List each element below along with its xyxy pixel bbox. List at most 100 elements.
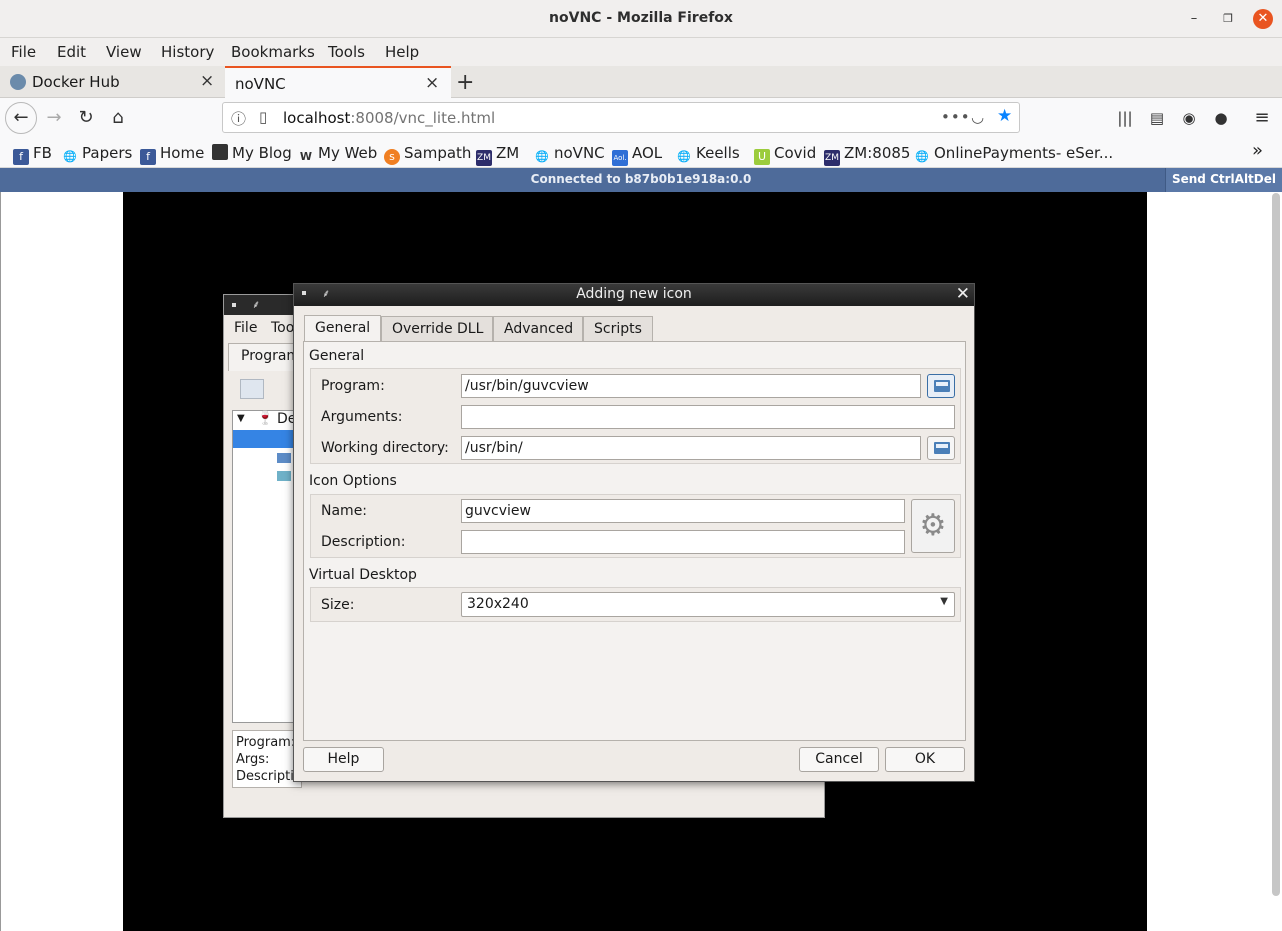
menu-bar: File Edit View History Bookmarks Tools H… (0, 38, 1282, 66)
page-actions-icon[interactable]: ••• (941, 108, 971, 126)
folder-icon (277, 471, 291, 481)
forward-icon[interactable]: → (39, 104, 69, 132)
blog-icon (212, 144, 228, 160)
menu-edit[interactable]: Edit (57, 43, 86, 61)
back-icon[interactable]: ← (5, 102, 37, 134)
bookmark-fb[interactable]: f FB (13, 144, 52, 165)
size-select[interactable]: 320x240 ▼ (461, 592, 955, 617)
close-tab-icon[interactable]: × (425, 73, 439, 93)
globe-icon: 🌐 (535, 150, 549, 163)
bookmark-my-web[interactable]: W My Web (298, 144, 377, 165)
bookmark-star-icon[interactable]: ★ (997, 106, 1012, 126)
tab-docker-hub[interactable]: Docker Hub × (0, 66, 224, 98)
novnc-status-bar: Connected to b87b0b1e918a:0.0 Send CtrlA… (0, 168, 1282, 192)
tab-scripts[interactable]: Scripts (583, 316, 653, 342)
list-view-icon[interactable] (240, 379, 264, 399)
menu-bookmarks[interactable]: Bookmarks (231, 43, 315, 61)
aol-icon: Aol. (612, 150, 628, 166)
account-icon[interactable]: ◉ (1174, 104, 1204, 132)
folder-browse-icon (934, 442, 950, 454)
bookmark-keells[interactable]: 🌐 Keells (676, 144, 740, 165)
window-titlebar: noVNC - Mozilla Firefox – ❐ ✕ (0, 0, 1282, 38)
close-window-icon[interactable]: ✕ (1253, 9, 1273, 29)
ok-button[interactable]: OK (885, 747, 965, 772)
working-directory-input[interactable]: /usr/bin/ (461, 436, 921, 460)
tab-label: noVNC (235, 75, 286, 93)
tab-general[interactable]: General (304, 315, 381, 342)
general-group: Program: /usr/bin/guvcview Arguments: Wo… (310, 368, 961, 464)
info-args-label: Args: (236, 752, 270, 767)
zm-icon: ZM (824, 150, 840, 166)
bg-menu-file[interactable]: File (234, 320, 257, 336)
navigation-bar: ← → ↻ ⌂ ⓘ ▯ localhost:8008/vnc_lite.html… (0, 98, 1282, 138)
menu-tools[interactable]: Tools (328, 43, 365, 61)
tab-override-dll[interactable]: Override DLL (381, 316, 493, 342)
bookmark-novnc[interactable]: 🌐 noVNC (534, 144, 605, 165)
bookmark-my-blog[interactable]: My Blog (212, 144, 292, 162)
bookmark-onlinepayments[interactable]: 🌐 OnlinePayments- eSer... (914, 144, 1113, 165)
pin-icon: ⸙ (252, 298, 261, 311)
docker-icon (10, 74, 26, 90)
program-input[interactable]: /usr/bin/guvcview (461, 374, 921, 398)
new-tab-icon[interactable]: + (456, 70, 474, 95)
wine-icon: 🍷 (257, 411, 274, 426)
tab-bar: Docker Hub × noVNC × + (0, 66, 1282, 99)
tab-advanced[interactable]: Advanced (493, 316, 583, 342)
connection-status: Connected to b87b0b1e918a:0.0 (530, 172, 752, 186)
general-tab-page: General Program: /usr/bin/guvcview Argum… (303, 341, 966, 741)
name-input[interactable]: guvcview (461, 499, 905, 523)
bookmark-aol[interactable]: Aol. AOL (612, 144, 662, 166)
library-icon[interactable]: ||| (1110, 104, 1140, 132)
url-bar[interactable]: ⓘ ▯ localhost:8008/vnc_lite.html ••• ◡ ★ (222, 102, 1020, 133)
sampath-icon: s (384, 149, 400, 165)
bookmark-papers[interactable]: 🌐 Papers (62, 144, 132, 165)
menu-history[interactable]: History (161, 43, 214, 61)
bookmark-zm[interactable]: ZM ZM (476, 144, 519, 166)
size-value: 320x240 (467, 596, 529, 612)
window-title: noVNC - Mozilla Firefox (549, 10, 733, 26)
bookmark-sampath[interactable]: s Sampath (384, 144, 471, 165)
expand-arrow-icon[interactable]: ▼ (237, 413, 245, 424)
cancel-button[interactable]: Cancel (799, 747, 879, 772)
more-bookmarks-icon[interactable]: » (1252, 140, 1263, 161)
description-input[interactable] (461, 530, 905, 554)
extension-icon[interactable]: ● (1206, 104, 1236, 132)
bookmark-home[interactable]: f Home (140, 144, 204, 165)
icon-options-group: Name: guvcview Description: ⚙ (310, 494, 961, 558)
bg-menu-tools[interactable]: Too (271, 320, 294, 336)
section-general: General (309, 348, 365, 364)
browse-workdir-button[interactable] (927, 436, 955, 460)
maximize-icon[interactable]: ❐ (1218, 9, 1238, 29)
hamburger-menu-icon[interactable]: ≡ (1247, 104, 1277, 132)
reload-icon[interactable]: ↻ (71, 104, 101, 132)
globe-icon: 🌐 (677, 150, 691, 163)
menu-view[interactable]: View (106, 43, 142, 61)
tab-novnc[interactable]: noVNC × (225, 66, 451, 99)
menu-file[interactable]: File (11, 43, 36, 61)
close-tab-icon[interactable]: × (200, 71, 214, 91)
page-icon: ▯ (259, 108, 268, 126)
bg-info-panel: Program: Args: Descripti (232, 730, 302, 788)
bookmark-covid[interactable]: U Covid (754, 144, 816, 165)
arguments-input[interactable] (461, 405, 955, 429)
name-label: Name: (321, 503, 368, 519)
scrollbar[interactable] (1272, 193, 1280, 896)
minimize-icon[interactable]: – (1184, 9, 1204, 29)
send-ctrl-alt-del-button[interactable]: Send CtrlAltDel (1164, 168, 1282, 192)
info-icon[interactable]: ⓘ (231, 108, 246, 129)
gear-icon[interactable]: ⚙ (911, 499, 955, 553)
help-button[interactable]: Help (303, 747, 384, 772)
home-icon[interactable]: ⌂ (103, 104, 133, 132)
facebook-icon: f (13, 149, 29, 165)
bookmark-zm-8085[interactable]: ZM ZM:8085 (824, 144, 910, 166)
url-text[interactable]: localhost:8008/vnc_lite.html (283, 109, 495, 127)
pocket-icon[interactable]: ◡ (971, 108, 984, 126)
close-dialog-icon[interactable]: ✕ (956, 284, 970, 304)
sidebar-icon[interactable]: ▤ (1142, 104, 1172, 132)
menu-help[interactable]: Help (385, 43, 419, 61)
globe-icon: 🌐 (63, 150, 77, 163)
globe-icon: 🌐 (915, 150, 929, 163)
bookmarks-toolbar: f FB 🌐 Papers f Home My Blog W My Web s Sampa… (0, 138, 1282, 168)
browse-program-button[interactable] (927, 374, 955, 398)
window-menu-icon[interactable] (232, 303, 236, 307)
